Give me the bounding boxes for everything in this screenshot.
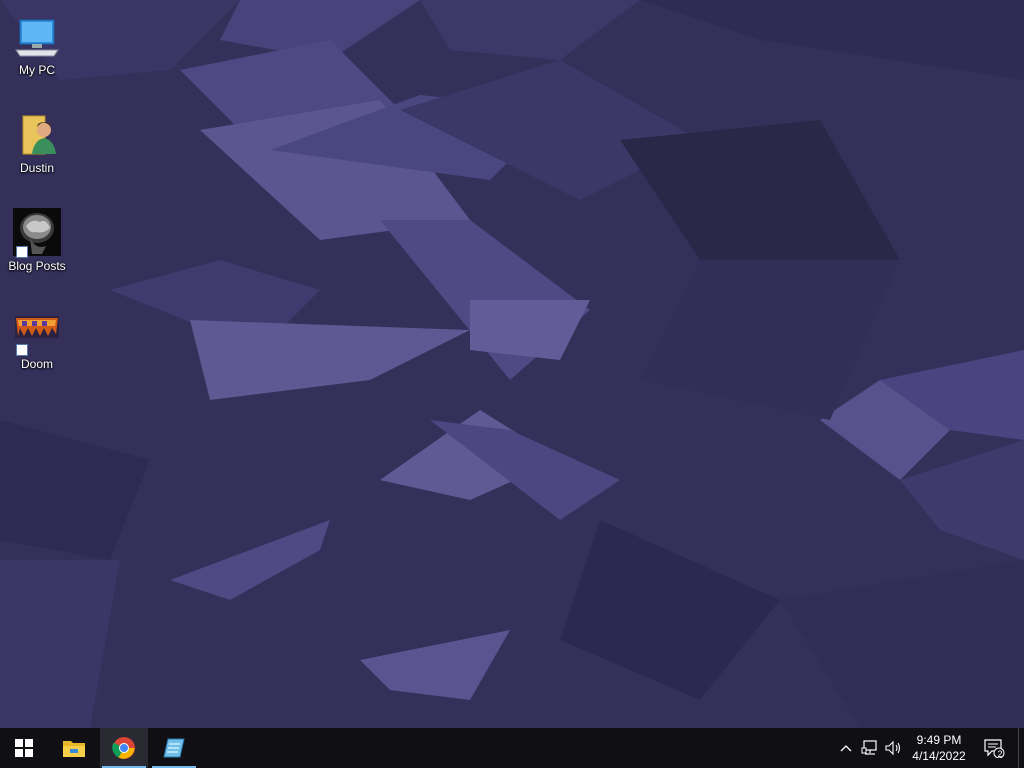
chevron-up-icon xyxy=(840,745,852,752)
desktop-wallpaper xyxy=(0,0,1024,728)
shortcut-arrow-icon xyxy=(16,344,28,356)
doom-logo-icon xyxy=(12,306,62,356)
action-center-button[interactable]: 2 xyxy=(982,738,1006,759)
shortcut-arrow-icon xyxy=(16,246,28,258)
taskbar: 9:49 PM 4/14/2022 2 xyxy=(0,728,1024,768)
notepad-icon xyxy=(163,738,185,758)
desktop-icon-label: My PC xyxy=(19,63,55,77)
show-desktop-button[interactable] xyxy=(1018,728,1024,768)
desktop-icon-label: Blog Posts xyxy=(8,259,66,273)
desktop-icon-blog-posts[interactable]: Blog Posts xyxy=(4,202,70,292)
notification-count-badge: 2 xyxy=(997,749,1003,759)
clock-date: 4/14/2022 xyxy=(912,749,966,763)
network-icon xyxy=(861,740,877,755)
clock-time: 9:49 PM xyxy=(916,733,962,747)
desktop-icon-dustin[interactable]: Dustin xyxy=(4,104,70,194)
taskbar-notepad-button[interactable] xyxy=(150,728,198,768)
file-explorer-icon xyxy=(63,741,85,757)
show-hidden-icons-button[interactable] xyxy=(836,738,856,758)
desktop-icon-my-pc[interactable]: My PC xyxy=(4,6,70,96)
taskbar-file-explorer-button[interactable] xyxy=(50,728,98,768)
windows-start-icon xyxy=(15,739,33,757)
desktop-icon-label: Dustin xyxy=(19,161,54,175)
user-folder-icon xyxy=(12,110,62,160)
taskbar-clock[interactable]: 9:49 PM 4/14/2022 xyxy=(900,732,978,764)
computer-icon xyxy=(12,12,62,62)
chrome-icon xyxy=(112,737,135,759)
start-button[interactable] xyxy=(0,728,48,768)
network-button[interactable] xyxy=(860,738,880,758)
desktop-icon-label: Doom xyxy=(20,357,53,371)
taskbar-chrome-button[interactable] xyxy=(100,728,148,768)
desktop-icon-doom[interactable]: Doom xyxy=(4,300,70,390)
brain-scan-icon xyxy=(12,208,62,258)
